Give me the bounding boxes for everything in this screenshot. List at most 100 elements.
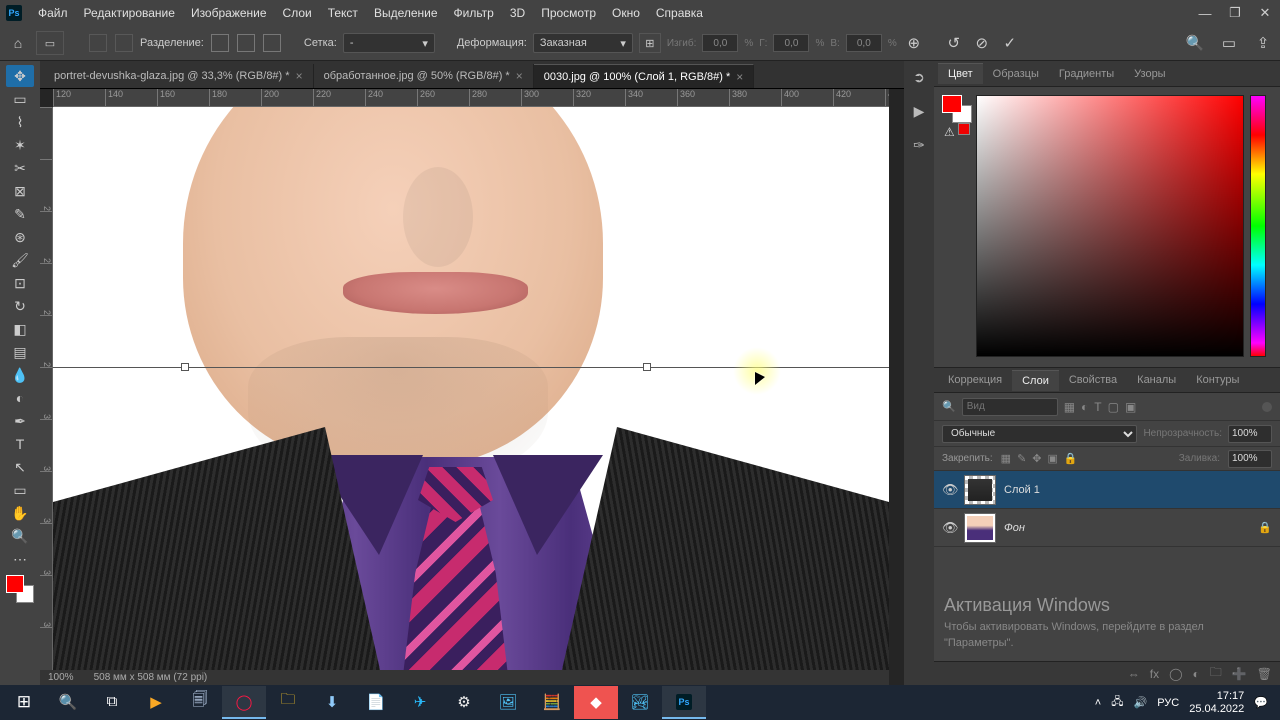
wand-tool[interactable]: ✶ <box>6 134 34 156</box>
hdist-input[interactable] <box>773 34 809 52</box>
brush-tool[interactable]: 🖌 <box>6 249 34 271</box>
menu-image[interactable]: Изображение <box>183 2 275 24</box>
doc-tab-3[interactable]: 0030.jpg @ 100% (Слой 1, RGB/8#) *× <box>534 64 755 88</box>
frame-tool[interactable]: ⊠ <box>6 180 34 202</box>
lock-brush-icon[interactable]: ✎ <box>1017 452 1026 465</box>
taskbar-app-media[interactable]: ▶ <box>134 686 178 719</box>
search-icon[interactable]: 🔍 <box>1184 32 1206 54</box>
layer-name[interactable]: Слой 1 <box>1004 484 1272 496</box>
foreground-color[interactable] <box>6 575 24 593</box>
layer-thumbnail[interactable] <box>964 513 996 543</box>
brush-settings-icon[interactable]: ✑ <box>909 135 929 155</box>
close-icon[interactable]: × <box>516 69 523 83</box>
task-view-icon[interactable]: ⧉ <box>90 686 134 719</box>
minimize-button[interactable]: — <box>1190 0 1220 26</box>
new-layer-icon[interactable]: ➕ <box>1232 667 1247 681</box>
zoom-tool[interactable]: 🔍 <box>6 525 34 547</box>
tray-clock[interactable]: 17:17 25.04.2022 <box>1189 690 1244 714</box>
tab-paths[interactable]: Контуры <box>1186 370 1249 390</box>
tray-notifications-icon[interactable]: 💬 <box>1254 696 1268 709</box>
warp-select[interactable]: Заказная▾ <box>533 33 633 53</box>
lock-icon[interactable]: 🔒 <box>1258 521 1272 534</box>
start-button[interactable]: ⊞ <box>2 686 46 719</box>
tray-language[interactable]: РУС <box>1157 697 1179 709</box>
tray-chevron-icon[interactable]: ˄ <box>1095 697 1101 709</box>
eraser-tool[interactable]: ◧ <box>6 318 34 340</box>
tab-properties[interactable]: Свойства <box>1059 370 1127 390</box>
shape-tool[interactable]: ▭ <box>6 479 34 501</box>
path-tool[interactable]: ↖ <box>6 456 34 478</box>
bend-input[interactable] <box>702 34 738 52</box>
type-tool[interactable]: T <box>6 433 34 455</box>
menu-window[interactable]: Окно <box>604 2 648 24</box>
vdist-input[interactable] <box>846 34 882 52</box>
dodge-tool[interactable]: ◐ <box>6 387 34 409</box>
gradient-tool[interactable]: ▤ <box>6 341 34 363</box>
layer-row[interactable]: 👁 Слой 1 <box>934 471 1280 509</box>
tray-network-icon[interactable]: 🖧 <box>1111 693 1123 712</box>
grid-select[interactable]: -▾ <box>343 33 435 53</box>
gamut-color[interactable] <box>958 123 970 135</box>
reset-icon[interactable]: ↺ <box>943 32 965 54</box>
menu-help[interactable]: Справка <box>648 2 711 24</box>
taskbar-app-telegram[interactable]: ✈ <box>398 686 442 719</box>
taskbar-app-opera[interactable]: ◯ <box>222 686 266 719</box>
tab-swatches[interactable]: Образцы <box>983 64 1049 84</box>
tray-volume-icon[interactable]: 🔊 <box>1134 696 1148 709</box>
close-icon[interactable]: × <box>296 69 303 83</box>
doc-tab-1[interactable]: portret-devushka-glaza.jpg @ 33,3% (RGB/… <box>44 64 314 88</box>
blur-tool[interactable]: 💧 <box>6 364 34 386</box>
history-brush-tool[interactable]: ↻ <box>6 295 34 317</box>
filter-adjust-icon[interactable]: ◐ <box>1081 400 1088 414</box>
actions-icon[interactable]: ▶ <box>909 101 929 121</box>
tool-preset-icon[interactable]: ▭ <box>36 31 64 55</box>
warp-handle-right[interactable] <box>643 363 651 371</box>
tab-adjustments[interactable]: Коррекция <box>938 370 1012 390</box>
hue-slider[interactable] <box>1250 95 1266 357</box>
close-icon[interactable]: × <box>736 70 743 84</box>
taskbar-app-gallery[interactable]: 🏞 <box>618 686 662 719</box>
visibility-icon[interactable]: 👁 <box>942 520 956 536</box>
lock-all-icon[interactable]: 🔒 <box>1064 452 1078 465</box>
layer-row[interactable]: 👁 Фон 🔒 <box>934 509 1280 547</box>
home-icon[interactable]: ⌂ <box>6 31 30 55</box>
eyedropper-tool[interactable]: ✎ <box>6 203 34 225</box>
arrange-icon[interactable]: ▭ <box>1218 32 1240 54</box>
fg-swatch[interactable] <box>942 95 962 113</box>
share-icon[interactable]: ⇪ <box>1252 32 1274 54</box>
split-btn-2[interactable] <box>237 34 255 52</box>
lasso-tool[interactable]: ⌇ <box>6 111 34 133</box>
move-tool[interactable]: ✥ <box>6 65 34 87</box>
taskbar-app-photoshop[interactable]: Ps <box>662 686 706 719</box>
lock-pixels-icon[interactable]: ▦ <box>1001 452 1011 465</box>
close-button[interactable]: ✕ <box>1250 0 1280 26</box>
doc-tab-2[interactable]: обработанное.jpg @ 50% (RGB/8#) *× <box>314 64 534 88</box>
menu-edit[interactable]: Редактирование <box>76 2 183 24</box>
tab-color[interactable]: Цвет <box>938 63 983 84</box>
layer-style-icon[interactable]: fx <box>1150 667 1159 681</box>
filter-shape-icon[interactable]: ▢ <box>1108 400 1119 414</box>
opacity-input[interactable] <box>1228 425 1272 443</box>
taskbar-app-files[interactable]: 🗐 <box>178 686 222 719</box>
tab-patterns[interactable]: Узоры <box>1124 64 1175 84</box>
taskbar-app-settings[interactable]: ⚙ <box>442 686 486 719</box>
split-icon-2[interactable] <box>115 34 133 52</box>
menu-file[interactable]: Файл <box>30 2 76 24</box>
anchor-icon[interactable]: ⊕ <box>903 32 925 54</box>
delete-layer-icon[interactable]: 🗑 <box>1257 667 1272 681</box>
gamut-warning-icon[interactable]: ⚠ <box>944 125 955 139</box>
maximize-button[interactable]: ❐ <box>1220 0 1250 26</box>
layer-thumbnail[interactable] <box>964 475 996 505</box>
filter-toggle[interactable] <box>1262 402 1272 412</box>
taskbar-app-explorer[interactable]: 🗀 <box>266 686 310 719</box>
zoom-value[interactable]: 100% <box>48 672 74 683</box>
ruler-horizontal[interactable]: 120 140 160 180 200 220 240 260 280 300 … <box>53 89 889 107</box>
split-btn-1[interactable] <box>211 34 229 52</box>
menu-view[interactable]: Просмотр <box>533 2 604 24</box>
fill-input[interactable] <box>1228 450 1272 468</box>
pen-tool[interactable]: ✒ <box>6 410 34 432</box>
menu-type[interactable]: Текст <box>320 2 366 24</box>
lock-position-icon[interactable]: ✥ <box>1032 452 1041 465</box>
warp-orientation-icon[interactable]: ⊞ <box>639 33 661 53</box>
marquee-tool[interactable]: ▭ <box>6 88 34 110</box>
